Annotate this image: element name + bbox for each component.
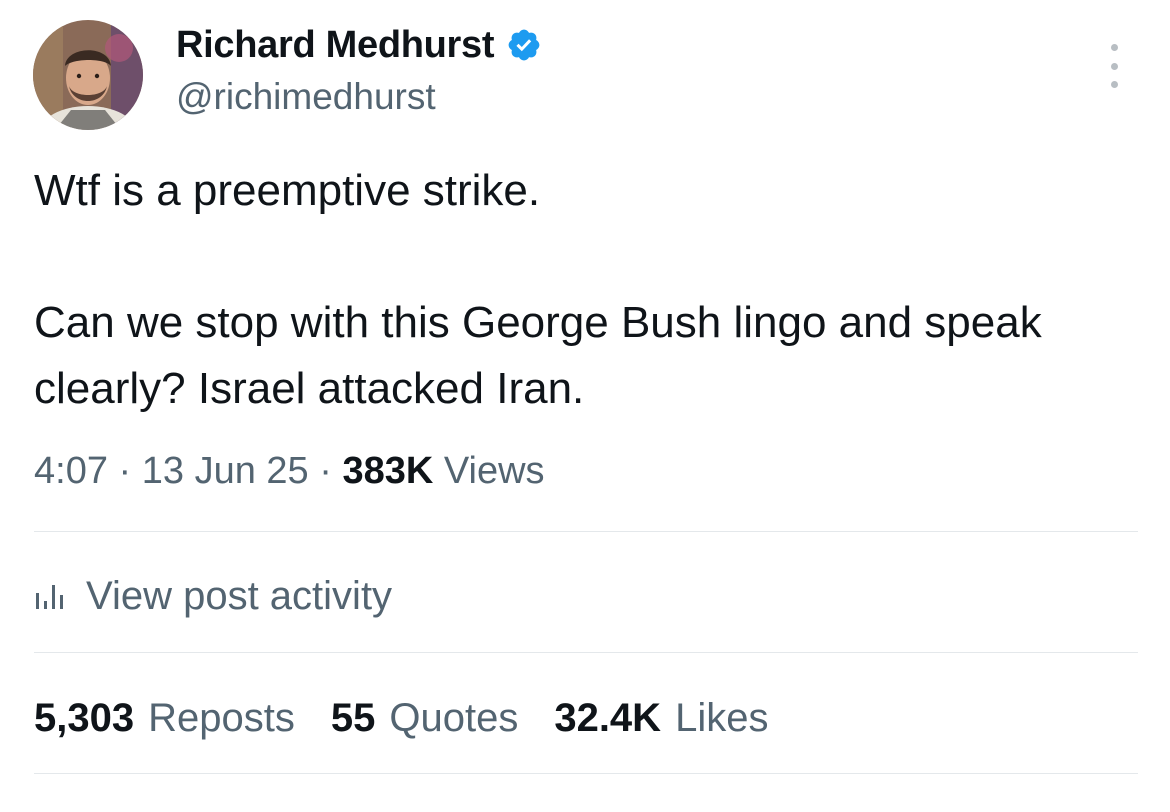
likes-stat[interactable]: 32.4K Likes [554, 696, 768, 741]
view-post-activity-label: View post activity [86, 573, 393, 618]
stat-count: 5,303 [34, 695, 135, 740]
tweet-time[interactable]: 4:07 [34, 450, 108, 492]
divider [34, 531, 1138, 532]
tweet-paragraph: Wtf is a preemptive strike. [34, 166, 541, 215]
meta-separator: · [118, 450, 132, 492]
author-handle[interactable]: @richimedhurst [176, 76, 436, 118]
divider [34, 652, 1138, 653]
view-post-activity-link[interactable]: View post activity [34, 570, 392, 622]
tweet-meta: 4:07 · 13 Jun 25 · 383K Views [34, 446, 545, 496]
avatar-image [33, 20, 143, 130]
views-label: Views [443, 450, 545, 492]
verified-badge-icon[interactable] [506, 27, 542, 63]
engagement-stats: 5,303 Reposts 55 Quotes 32.4K Likes [34, 692, 804, 744]
author-display-name[interactable]: Richard Medhurst [176, 24, 495, 67]
avatar[interactable] [33, 20, 143, 130]
divider [34, 773, 1138, 774]
stat-label: Reposts [148, 695, 295, 740]
reposts-stat[interactable]: 5,303 Reposts [34, 696, 295, 741]
tweet-paragraph: Can we stop with this George Bush lingo … [34, 298, 1042, 413]
stat-count: 55 [330, 695, 376, 740]
views-count: 383K [342, 450, 434, 492]
stat-label: Likes [675, 695, 769, 740]
tweet-text: Wtf is a preemptive strike. Can we stop … [34, 158, 1144, 422]
author-name-row: Richard Medhurst [176, 22, 542, 68]
more-options-icon[interactable] [1100, 44, 1128, 88]
tweet-date[interactable]: 13 Jun 25 [142, 450, 309, 492]
stat-label: Quotes [389, 695, 519, 740]
stat-count: 32.4K [554, 695, 662, 740]
meta-separator: · [319, 450, 332, 492]
bar-chart-icon [34, 581, 64, 611]
quotes-stat[interactable]: 55 Quotes [331, 696, 518, 741]
